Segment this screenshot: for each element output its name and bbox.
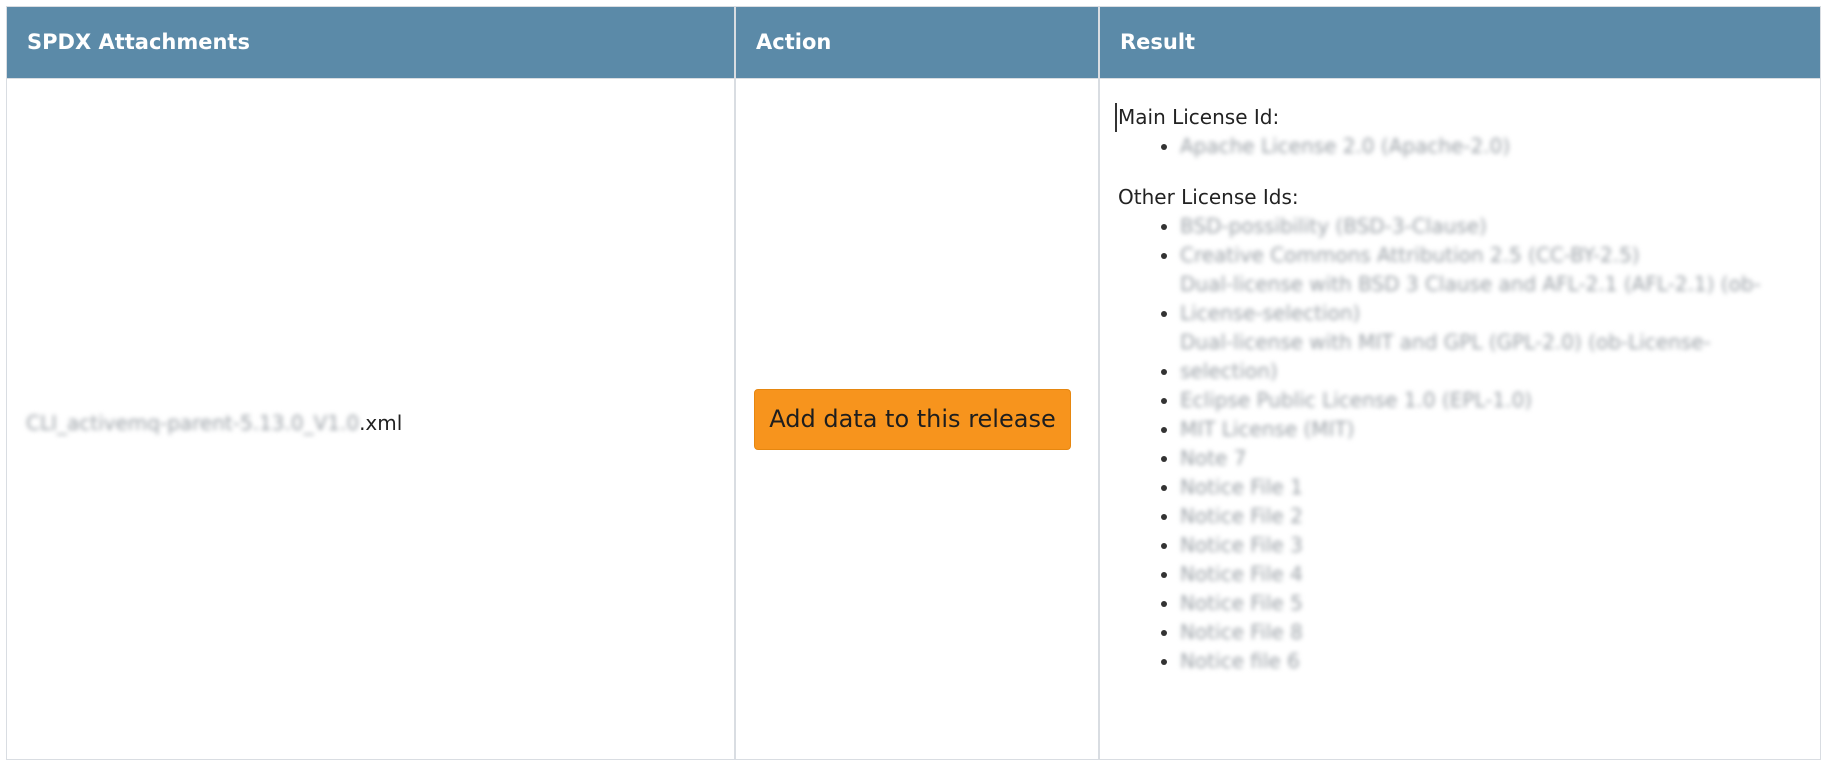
license-list-item: MIT License (MIT) — [1180, 415, 1808, 444]
license-id-text: Dual-license with BSD 3 Clause and AFL-2… — [1180, 272, 1761, 325]
license-id-text: BSD-possibility (BSD-3-Clause) — [1180, 214, 1487, 238]
license-id-text: Notice File 1 — [1180, 475, 1303, 499]
license-list-item: Apache License 2.0 (Apache-2.0) — [1180, 132, 1808, 161]
main-license-label: Main License Id: — [1115, 103, 1808, 132]
license-list-item: Notice File 2 — [1180, 502, 1808, 531]
license-id-text: Notice File 4 — [1180, 562, 1303, 586]
license-id-text: Notice File 3 — [1180, 533, 1303, 557]
license-id-text: Dual-license with MIT and GPL (GPL-2.0) … — [1180, 330, 1711, 383]
license-list-item: Notice File 5 — [1180, 589, 1808, 618]
license-list-item: Note 7 — [1180, 444, 1808, 473]
license-id-text: Notice file 6 — [1180, 649, 1300, 673]
license-list-item: Notice File 1 — [1180, 473, 1808, 502]
license-list-item: Notice File 8 — [1180, 618, 1808, 647]
license-id-text: MIT License (MIT) — [1180, 417, 1355, 441]
main-license-list: Apache License 2.0 (Apache-2.0) — [1118, 132, 1808, 161]
license-list-item: Dual-license with MIT and GPL (GPL-2.0) … — [1180, 328, 1808, 386]
add-data-to-release-button[interactable]: Add data to this release — [754, 389, 1071, 450]
attachment-file-name: CLI_activemq-parent-5.13.0_V1.0.xml — [26, 411, 402, 435]
license-list-item: Creative Commons Attribution 2.5 (CC-BY-… — [1180, 241, 1808, 270]
license-list-item: Dual-license with BSD 3 Clause and AFL-2… — [1180, 270, 1808, 328]
license-id-text: Notice File 8 — [1180, 620, 1303, 644]
license-id-text: Eclipse Public License 1.0 (EPL-1.0) — [1180, 388, 1533, 412]
license-list-item: Notice File 3 — [1180, 531, 1808, 560]
result-cell: Main License Id: Apache License 2.0 (Apa… — [1115, 103, 1808, 698]
attachment-file-extension: .xml — [359, 411, 403, 435]
license-list-item: BSD-possibility (BSD-3-Clause) — [1180, 212, 1808, 241]
license-id-text: Notice File 5 — [1180, 591, 1303, 615]
other-license-label: Other License Ids: — [1118, 185, 1299, 209]
column-header-action: Action — [736, 7, 1098, 78]
column-header-result: Result — [1100, 7, 1820, 78]
license-list-item: Eclipse Public License 1.0 (EPL-1.0) — [1180, 386, 1808, 415]
license-id-text: Apache License 2.0 (Apache-2.0) — [1180, 134, 1511, 158]
license-id-text: Note 7 — [1180, 446, 1247, 470]
column-header-spdx-attachments: SPDX Attachments — [7, 7, 734, 78]
column-divider — [1098, 7, 1100, 759]
license-list-item: Notice file 6 — [1180, 647, 1808, 676]
license-id-text: Notice File 2 — [1180, 504, 1303, 528]
attachment-file-name-redacted: CLI_activemq-parent-5.13.0_V1.0 — [26, 411, 360, 435]
column-divider — [734, 7, 736, 759]
header-divider — [7, 78, 1820, 79]
license-id-text: Creative Commons Attribution 2.5 (CC-BY-… — [1180, 243, 1640, 267]
spdx-attachments-table: SPDX Attachments Action Result CLI_activ… — [6, 6, 1821, 760]
license-list-item: Notice File 4 — [1180, 560, 1808, 589]
other-license-list: BSD-possibility (BSD-3-Clause) Creative C… — [1118, 212, 1808, 676]
